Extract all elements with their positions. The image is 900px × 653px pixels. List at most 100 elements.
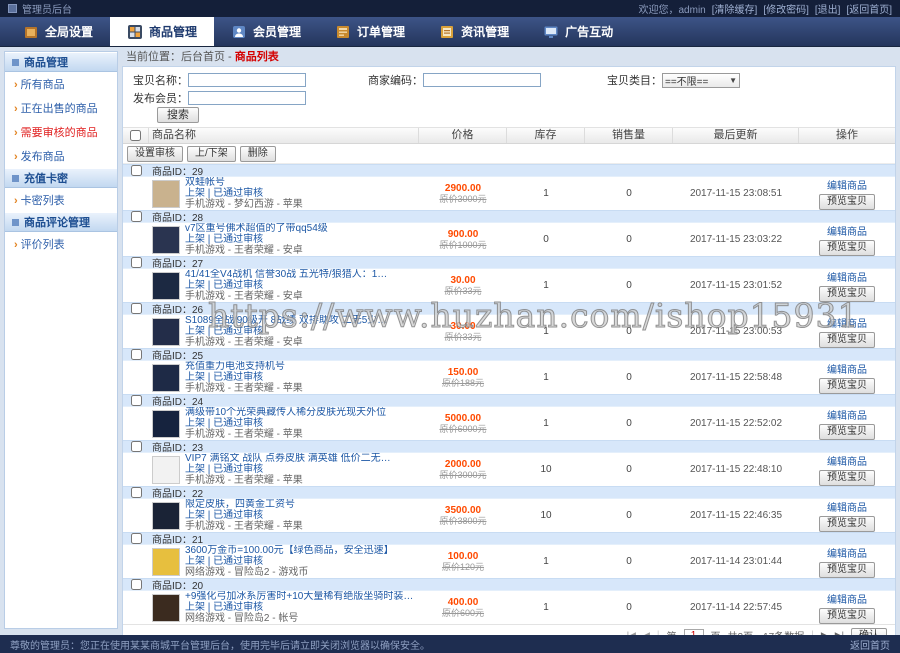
content-box: 宝贝名称： 商家编码： 宝贝类目： ==不限== ▼ 发布会员： 搜索 商品名称…	[122, 66, 896, 647]
goods-thumbnail	[152, 317, 180, 346]
sidebar-item-all-goods[interactable]: › 所有商品	[5, 72, 117, 96]
edit-goods-link[interactable]: 编辑商品	[827, 315, 867, 330]
batch-button[interactable]: 删除	[239, 145, 276, 162]
row-checkbox[interactable]	[130, 303, 142, 314]
preview-goods-button[interactable]: 预览宝贝	[819, 240, 875, 256]
goods-status-links[interactable]: 上架 | 已通过审核	[185, 418, 386, 429]
goods-title-link[interactable]: 双蛙帐号	[185, 177, 303, 188]
topbar-link[interactable]: [修改密码]	[763, 1, 809, 16]
edit-goods-link[interactable]: 编辑商品	[827, 177, 867, 192]
goods-status-links[interactable]: 上架 | 已通过审核	[185, 234, 328, 245]
goods-status-links[interactable]: 上架 | 已通过审核	[185, 372, 303, 383]
sidebar-item-publish-goods[interactable]: › 发布商品	[5, 144, 117, 168]
goods-title-link[interactable]: 41/41全V4战机 信誉30战 五光特/狼猎人：1…	[185, 269, 387, 280]
preview-goods-button[interactable]: 预览宝贝	[819, 194, 875, 210]
table-row: VIP7 满铭文 战队 点券皮肤 满英雄 低价二无… 上架 | 已通过审核 手机…	[123, 453, 895, 486]
goods-status-links[interactable]: 上架 | 已通过审核	[185, 188, 303, 199]
sidebar-section-comments[interactable]: 商品评论管理	[5, 212, 117, 232]
edit-goods-link[interactable]: 编辑商品	[827, 223, 867, 238]
goods-status-links[interactable]: 上架 | 已通过审核	[185, 602, 413, 613]
edit-goods-link[interactable]: 编辑商品	[827, 499, 867, 514]
sidebar-section-cards[interactable]: 充值卡密	[5, 168, 117, 188]
topbar-link[interactable]: [返回首页]	[846, 1, 892, 16]
goods-original-price: 原价3800元	[439, 515, 487, 526]
main-nav: 全局设置 商品管理 会员管理 订单管理 资讯管理 广告互动	[0, 17, 900, 47]
preview-goods-button[interactable]: 预览宝贝	[819, 608, 875, 624]
preview-goods-button[interactable]: 预览宝贝	[819, 470, 875, 486]
goods-sales: 0	[626, 188, 632, 199]
preview-goods-button[interactable]: 预览宝贝	[819, 516, 875, 532]
sidebar-item-review-list[interactable]: › 评价列表	[5, 232, 117, 256]
tab-goods-management[interactable]: 商品管理	[110, 17, 215, 46]
publisher-input[interactable]	[188, 91, 306, 105]
sidebar-section-goods[interactable]: 商品管理	[5, 52, 117, 72]
goods-stock: 1	[543, 418, 549, 429]
goods-title-link[interactable]: 满级带10个光荣典藏传人稀分皮肤光现天外位	[185, 407, 386, 418]
search-button[interactable]: 搜索	[157, 107, 199, 123]
row-checkbox[interactable]	[130, 579, 142, 590]
preview-goods-button[interactable]: 预览宝贝	[819, 424, 875, 440]
row-checkbox[interactable]	[130, 349, 142, 360]
edit-goods-link[interactable]: 编辑商品	[827, 269, 867, 284]
goods-thumbnail	[152, 363, 180, 392]
sidebar-item-onsale-goods[interactable]: › 正在出售的商品	[5, 96, 117, 120]
category-select[interactable]: ==不限== ▼	[662, 72, 740, 88]
edit-goods-link[interactable]: 编辑商品	[827, 453, 867, 468]
goods-stock: 0	[543, 234, 549, 245]
merchant-code-input[interactable]	[423, 73, 541, 87]
batch-button[interactable]: 上/下架	[187, 145, 236, 162]
goods-title-link[interactable]: 充值重力电池支持机号	[185, 361, 303, 372]
goods-status-links[interactable]: 上架 | 已通过审核	[185, 510, 303, 521]
ad-icon	[544, 26, 558, 38]
row-checkbox[interactable]	[130, 165, 142, 176]
table-row: 充值重力电池支持机号 上架 | 已通过审核 手机游戏 - 王者荣耀 - 苹果 1…	[123, 361, 895, 394]
row-checkbox[interactable]	[130, 441, 142, 452]
preview-goods-button[interactable]: 预览宝贝	[819, 286, 875, 302]
tab-member-management[interactable]: 会员管理	[214, 17, 318, 46]
edit-goods-link[interactable]: 编辑商品	[827, 545, 867, 560]
goods-title-link[interactable]: v7区重号佛术超值的了带qq54级	[185, 223, 328, 234]
edit-goods-link[interactable]: 编辑商品	[827, 591, 867, 606]
select-all-checkbox[interactable]	[130, 130, 141, 141]
tab-order-management[interactable]: 订单管理	[318, 17, 422, 46]
goods-title-link[interactable]: S1089全战/90级开 8战绩 双排助攻 二无5少…	[185, 315, 387, 326]
goods-title-link[interactable]: 限定皮肤，四黄金工资号	[185, 499, 303, 510]
row-checkbox[interactable]	[130, 487, 142, 498]
tab-global-settings[interactable]: 全局设置	[6, 17, 110, 46]
topbar-link[interactable]: [清除缓存]	[712, 1, 758, 16]
batch-button[interactable]: 设置审核	[127, 145, 183, 162]
tab-ad-interaction[interactable]: 广告互动	[526, 17, 630, 46]
goods-status-links[interactable]: 上架 | 已通过审核	[185, 326, 387, 337]
sidebar-item-card-list[interactable]: › 卡密列表	[5, 188, 117, 212]
goods-id-bar: 商品ID：23	[123, 440, 895, 454]
edit-goods-link[interactable]: 编辑商品	[827, 407, 867, 422]
goods-price: 400.00	[447, 596, 479, 608]
preview-goods-button[interactable]: 预览宝贝	[819, 378, 875, 394]
table-row: S1089全战/90级开 8战绩 双排助攻 二无5少… 上架 | 已通过审核 手…	[123, 315, 895, 348]
preview-goods-button[interactable]: 预览宝贝	[819, 332, 875, 348]
goods-group: 商品ID：21 3600万金币=100.00元【绿色商品，安全迅速】 上架 | …	[123, 532, 895, 578]
sidebar-item-review-goods[interactable]: › 需要审核的商品	[5, 120, 117, 144]
welcome-text: 欢迎您，admin	[638, 5, 706, 16]
preview-goods-button[interactable]: 预览宝贝	[819, 562, 875, 578]
tab-news-management[interactable]: 资讯管理	[422, 17, 526, 46]
goods-name-input[interactable]	[188, 73, 306, 87]
table-row: 3600万金币=100.00元【绿色商品，安全迅速】 上架 | 已通过审核 网络…	[123, 545, 895, 578]
row-checkbox[interactable]	[130, 257, 142, 268]
edit-goods-link[interactable]: 编辑商品	[827, 361, 867, 376]
topbar-link[interactable]: [退出]	[815, 1, 841, 16]
row-checkbox[interactable]	[130, 395, 142, 406]
goods-status-links[interactable]: 上架 | 已通过审核	[185, 280, 387, 291]
goods-title-link[interactable]: +9强化弓加冰系厉害时+10大量稀有绝版坐骑时装…	[185, 591, 413, 602]
header-sales: 销售量	[585, 128, 673, 143]
goods-status-links[interactable]: 上架 | 已通过审核	[185, 556, 394, 567]
footer-home-link[interactable]: 返回首页	[850, 637, 890, 652]
row-checkbox[interactable]	[130, 533, 142, 544]
goods-title-link[interactable]: 3600万金币=100.00元【绿色商品，安全迅速】	[185, 545, 394, 556]
goods-title-link[interactable]: VIP7 满铭文 战队 点券皮肤 满英雄 低价二无…	[185, 453, 391, 464]
chevron-down-icon: ▼	[729, 75, 737, 85]
goods-original-price: 原价6000元	[439, 423, 487, 434]
row-checkbox[interactable]	[130, 211, 142, 222]
goods-price: 900.00	[447, 228, 479, 240]
goods-status-links[interactable]: 上架 | 已通过审核	[185, 464, 391, 475]
